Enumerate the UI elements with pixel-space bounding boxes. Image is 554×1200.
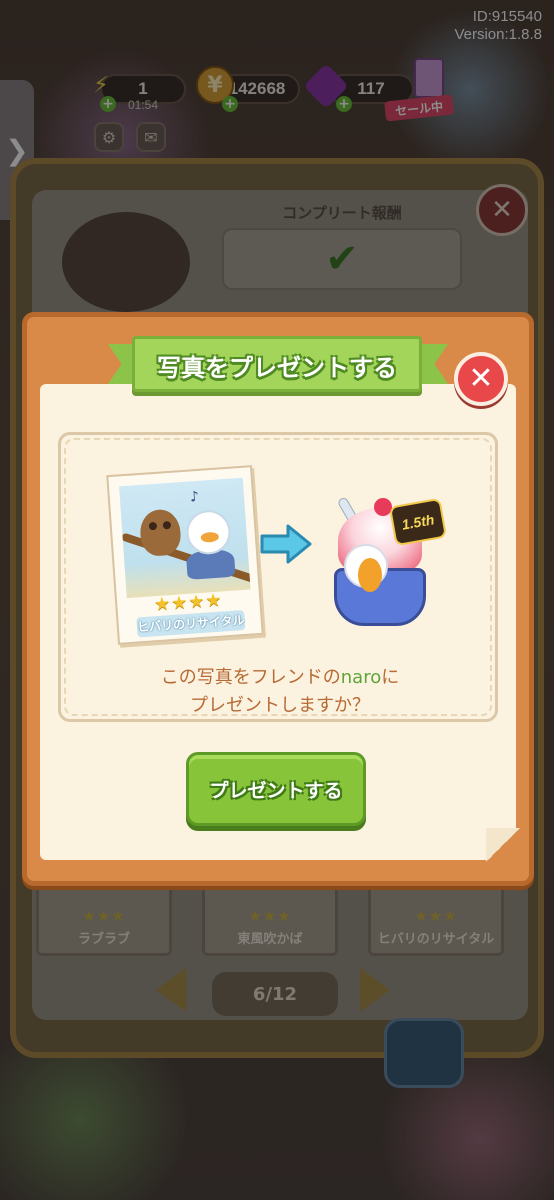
duck-beak — [200, 531, 220, 543]
photo-card: ♪ ★★★★ ヒバリのリサイタル — [106, 465, 264, 645]
confirm-question: この写真をフレンドのnaroに プレゼントしますか？ — [70, 664, 490, 720]
music-note-icon: ♪ — [189, 488, 200, 506]
cup-duck-beak — [358, 558, 382, 592]
question-line2: プレゼントしますか？ — [190, 695, 370, 716]
question-part2: に — [381, 667, 400, 688]
dialog-close-button[interactable]: ✕ — [454, 352, 508, 406]
owl-eye — [162, 520, 172, 530]
present-button[interactable]: プレゼントする — [186, 752, 366, 826]
paper-curl — [486, 828, 520, 862]
question-part1: この写真をフレンドの — [160, 667, 341, 688]
owl-eye — [148, 521, 158, 531]
close-icon: ✕ — [468, 361, 494, 396]
photo-image: ♪ — [119, 477, 251, 599]
owl-character — [138, 508, 182, 558]
present-button-label: プレゼントする — [209, 779, 343, 802]
arrow-right-icon — [260, 524, 312, 564]
friend-name: naro — [340, 667, 382, 688]
dialog-title: 写真をプレゼントする — [157, 354, 397, 382]
duck-character — [184, 508, 232, 556]
